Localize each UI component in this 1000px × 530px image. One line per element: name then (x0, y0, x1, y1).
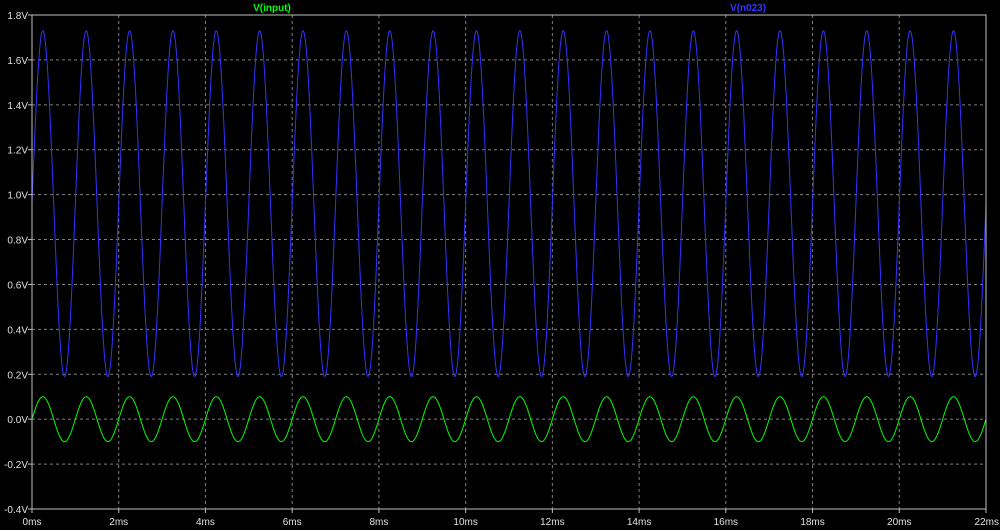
y-tick-label: 0.0V (7, 415, 28, 426)
x-tick-label: 12ms (540, 517, 564, 528)
y-tick-label: 0.2V (7, 370, 28, 381)
x-tick-label: 0ms (23, 517, 42, 528)
y-tick-label: 1.2V (7, 146, 28, 157)
legend-entry[interactable]: V(n023) (730, 3, 766, 14)
x-tick-label: 10ms (453, 517, 477, 528)
waveform-plot: 0ms 2ms 4ms 6ms 8ms 10ms 12ms 14ms 16ms 18ms 20ms 2… (0, 0, 1000, 530)
y-tick-label: 0.4V (7, 325, 28, 336)
y-tick-label: 1.0V (7, 191, 28, 202)
x-tick-label: 14ms (627, 517, 651, 528)
x-tick-label: 8ms (369, 517, 388, 528)
x-tick-label: 4ms (196, 517, 215, 528)
y-tick-label: 1.4V (7, 101, 28, 112)
y-tick-label: 1.8V (7, 11, 28, 22)
y-tick-label: 1.6V (7, 56, 28, 67)
y-tick-label: 0.6V (7, 280, 28, 291)
x-tick-label: 6ms (283, 517, 302, 528)
y-tick-label: -0.4V (4, 505, 28, 516)
y-tick-label: -0.2V (4, 460, 28, 471)
x-tick-label: 16ms (714, 517, 738, 528)
y-tick-label: 0.8V (7, 236, 28, 247)
x-tick-label: 2ms (109, 517, 128, 528)
x-tick-label: 20ms (887, 517, 911, 528)
x-tick-label: 18ms (800, 517, 824, 528)
x-tick-label: 22ms (975, 517, 999, 528)
plot-background (0, 0, 1000, 530)
legend-entry[interactable]: V(input) (253, 3, 291, 14)
